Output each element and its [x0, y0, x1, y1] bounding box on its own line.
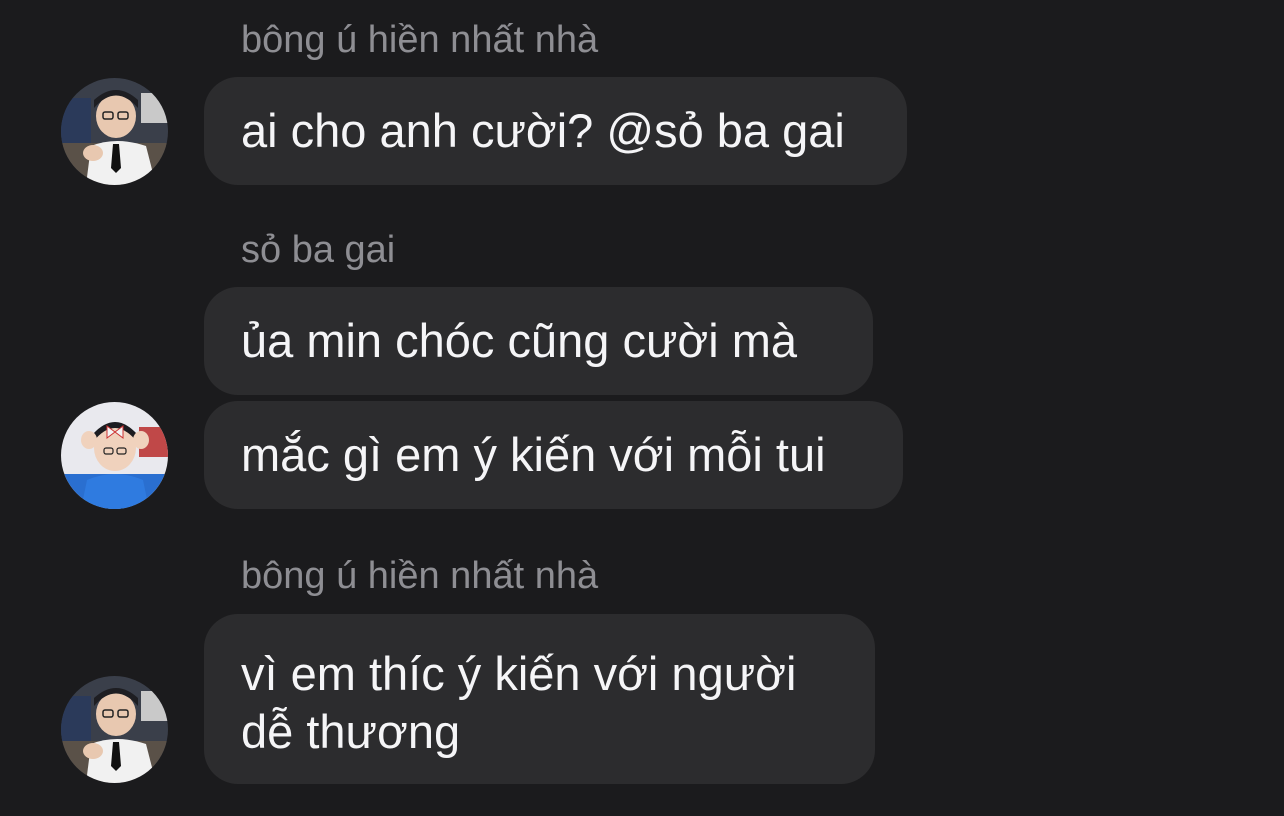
sender-name: bông ú hiền nhất nhà	[241, 555, 599, 597]
person-photo-icon	[61, 676, 168, 783]
message-text: ủa min chóc cũng cười mà	[241, 314, 798, 367]
message-bubble[interactable]: ai cho anh cười? @sỏ ba gai	[204, 77, 907, 185]
chat-thread: bông ú hiền nhất nhà ai cho anh cười? @s…	[0, 0, 1284, 816]
message-bubble[interactable]: mắc gì em ý kiến với mỗi tui	[204, 401, 903, 509]
person-photo-icon	[61, 402, 168, 509]
message-bubble[interactable]: vì em thíc ý kiến với người dễ thương	[204, 614, 875, 784]
sender-name: bông ú hiền nhất nhà	[241, 19, 599, 61]
message-text: vì em thíc ý kiến với người dễ thương	[241, 647, 797, 758]
user-avatar[interactable]	[61, 676, 168, 783]
person-photo-icon	[61, 78, 168, 185]
user-avatar[interactable]	[61, 78, 168, 185]
sender-name: sỏ ba gai	[241, 229, 396, 271]
message-text: ai cho anh cười? @sỏ ba gai	[241, 104, 845, 157]
message-text: mắc gì em ý kiến với mỗi tui	[241, 428, 826, 481]
user-avatar[interactable]	[61, 402, 168, 509]
message-bubble[interactable]: ủa min chóc cũng cười mà	[204, 287, 873, 395]
